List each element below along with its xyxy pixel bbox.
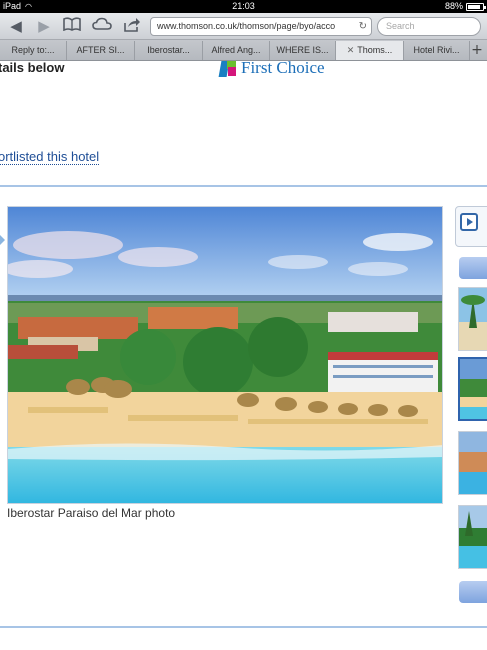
- tab-where-is[interactable]: WHERE IS...: [270, 41, 336, 60]
- battery-percent: 88%: [444, 1, 463, 11]
- tab-after-si[interactable]: AFTER SI...: [67, 41, 135, 60]
- photo-thumbnail[interactable]: [458, 287, 487, 351]
- tab-thomson-label: Thoms...: [357, 45, 393, 55]
- tab-alfred[interactable]: Alfred Ang...: [203, 41, 270, 60]
- new-tab-icon[interactable]: +: [469, 40, 485, 60]
- bookmarks-icon[interactable]: [62, 17, 82, 35]
- url-field[interactable]: www.thomson.co.uk/thomson/page/byo/acco …: [150, 17, 372, 36]
- url-text: www.thomson.co.uk/thomson/page/byo/acco: [157, 21, 336, 31]
- browser-toolbar: ◀ ▶ www.thomson.co.uk/thomson/page/byo/a…: [0, 13, 487, 40]
- hotel-photo[interactable]: [7, 206, 443, 504]
- photo-caption: Iberostar Paraiso del Mar photo: [7, 506, 176, 520]
- previous-arrow-icon[interactable]: [0, 235, 5, 245]
- close-tab-icon[interactable]: ✕: [347, 46, 355, 56]
- tab-hotel-rivi[interactable]: Hotel Rivi...: [404, 41, 470, 60]
- first-choice-logo-mark: [218, 61, 238, 77]
- photo-thumbnail-selected[interactable]: [458, 357, 487, 421]
- web-page: tails below First Choice ortlisted this …: [0, 61, 487, 650]
- tab-bar: Reply to:... AFTER SI... Iberostar... Al…: [0, 40, 487, 61]
- tab-thomson[interactable]: ✕ Thoms...: [336, 41, 404, 60]
- status-bar: iPad ◠ 21:03 88%: [0, 0, 487, 13]
- thumbnail-scroll-down-button[interactable]: [459, 581, 487, 603]
- details-heading: tails below: [0, 61, 65, 75]
- tab-reply[interactable]: Reply to:...: [0, 41, 67, 60]
- photo-thumbnail[interactable]: [458, 431, 487, 495]
- thumbnail-scroll-up-button[interactable]: [459, 257, 487, 279]
- back-icon[interactable]: ◀: [6, 17, 26, 35]
- clock: 21:03: [232, 1, 255, 11]
- first-choice-logo: First Choice: [218, 61, 325, 78]
- section-divider: [0, 185, 487, 187]
- forward-icon[interactable]: ▶: [34, 17, 54, 35]
- share-icon[interactable]: [122, 17, 142, 35]
- reload-icon[interactable]: ↻: [359, 18, 367, 35]
- tab-iberostar[interactable]: Iberostar...: [135, 41, 203, 60]
- photo-thumbnail[interactable]: [458, 505, 487, 569]
- shortlist-link[interactable]: ortlisted this hotel: [0, 149, 100, 165]
- icloud-icon[interactable]: [92, 17, 112, 35]
- slideshow-nav: [455, 206, 487, 247]
- battery-icon: [466, 2, 486, 11]
- bottom-divider: [0, 626, 487, 628]
- logo-text: First Choice: [241, 61, 325, 77]
- search-input[interactable]: Search: [377, 17, 481, 36]
- play-icon[interactable]: [460, 213, 478, 231]
